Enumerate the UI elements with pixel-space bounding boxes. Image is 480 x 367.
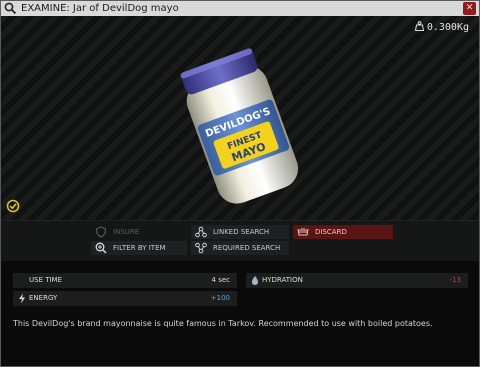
close-icon: ✕ xyxy=(465,3,474,13)
use-time-value: 4 sec xyxy=(211,276,230,284)
weight-value: 0.300Kg xyxy=(426,22,469,33)
discard-label: DISCARD xyxy=(315,228,347,236)
examine-window: EXAMINE: Jar of DevilDog mayo ✕ 0.300Kg xyxy=(0,0,480,367)
mayo-jar-image: DEVILDOG'S FINEST MAYO xyxy=(180,48,299,204)
hydration-stat: HYDRATION -13 xyxy=(246,273,468,288)
energy-stat: ENERGY +100 xyxy=(13,291,237,306)
discard-hand-icon xyxy=(297,228,309,236)
use-time-label: USE TIME xyxy=(29,276,63,284)
item-viewer[interactable]: 0.300Kg DEVILDOG'S FINEST MAYO xyxy=(1,16,479,220)
energy-value: +100 xyxy=(210,294,230,302)
insure-label: INSURE xyxy=(113,228,140,236)
required-nodes-icon xyxy=(195,242,207,254)
hydration-label: HYDRATION xyxy=(262,276,303,284)
title-bar[interactable]: EXAMINE: Jar of DevilDog mayo ✕ xyxy=(1,1,479,16)
linked-nodes-icon xyxy=(195,226,207,238)
lightning-icon xyxy=(19,293,25,304)
close-button[interactable]: ✕ xyxy=(463,2,476,15)
droplet-icon xyxy=(251,276,259,285)
required-search-label: REQUIRED SEARCH xyxy=(213,244,281,252)
filter-by-item-label: FILTER BY ITEM xyxy=(113,244,166,252)
search-icon xyxy=(4,2,17,15)
item-description: This DevilDog's brand mayonnaise is quit… xyxy=(13,319,433,328)
insure-button[interactable]: INSURE xyxy=(91,225,187,239)
check-circle-icon xyxy=(6,199,20,213)
item-details: USE TIME 4 sec HYDRATION -13 ENERGY +100… xyxy=(1,261,479,366)
required-search-button[interactable]: REQUIRED SEARCH xyxy=(191,241,289,255)
item-weight: 0.300Kg xyxy=(414,21,469,33)
energy-label: ENERGY xyxy=(29,294,58,302)
linked-search-button[interactable]: LINKED SEARCH xyxy=(191,225,289,239)
window-title: EXAMINE: Jar of DevilDog mayo xyxy=(21,3,179,14)
shield-icon xyxy=(95,226,107,238)
magnifier-plus-icon xyxy=(95,242,107,254)
action-bar: INSURE LINKED SEARCH DISCARD FILTER BY I… xyxy=(1,220,479,261)
linked-search-label: LINKED SEARCH xyxy=(213,228,270,236)
filter-by-item-button[interactable]: FILTER BY ITEM xyxy=(91,241,187,255)
hydration-value: -13 xyxy=(449,276,461,284)
weight-icon xyxy=(414,21,424,31)
use-time-stat: USE TIME 4 sec xyxy=(13,273,237,288)
discard-button[interactable]: DISCARD xyxy=(293,225,393,239)
